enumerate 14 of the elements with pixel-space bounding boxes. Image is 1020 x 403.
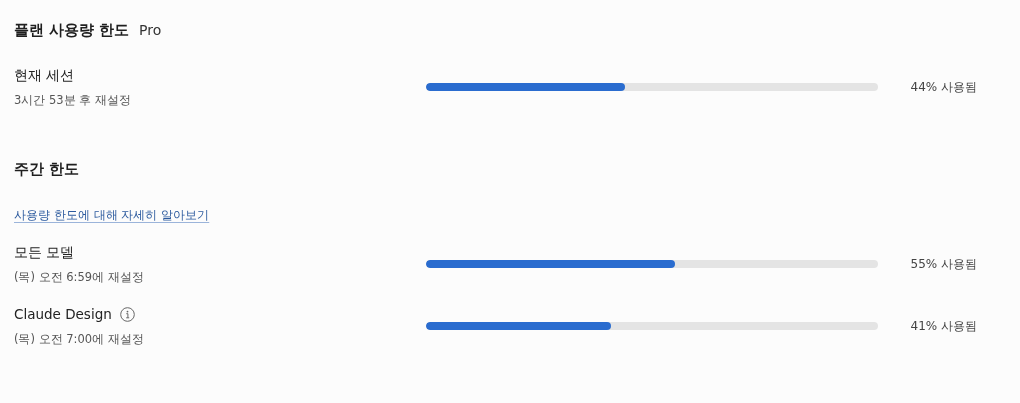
learn-more-link[interactable]: 사용량 한도에 대해 자세히 알아보기 [14, 207, 210, 224]
section-title: 주간 한도 [14, 160, 81, 179]
usage-reading: 44% 사용됨 [910, 78, 977, 96]
reset-time: (목) 오전 6:59에 재설정 [14, 269, 145, 286]
info-icon[interactable] [119, 306, 135, 322]
usage-reading: 55% 사용됨 [910, 255, 977, 273]
meter-name: 현재 세션 [14, 66, 75, 85]
meter-name: 모든 모델 [14, 243, 75, 262]
plan-label: Pro [139, 22, 162, 38]
usage-reading: 41% 사용됨 [910, 317, 977, 335]
reset-time: 3시간 53분 후 재설정 [14, 92, 132, 109]
meter-name: Claude Design [14, 305, 112, 324]
section-title: 플랜 사용량 한도 [14, 21, 130, 40]
reset-time: (목) 오전 7:00에 재설정 [14, 331, 145, 348]
